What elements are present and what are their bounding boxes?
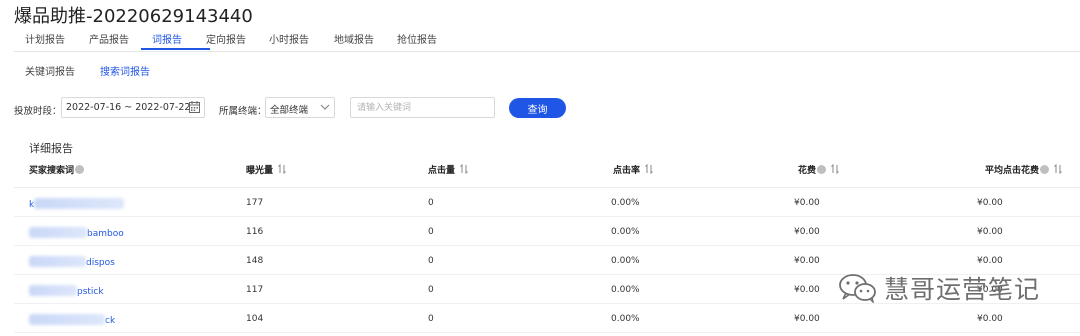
query-button[interactable]: 查询 [509, 98, 566, 118]
column-header-impressions[interactable]: 曝光量 [246, 163, 286, 177]
cost-cell: ¥0.00 [794, 314, 820, 324]
date-range-picker[interactable]: 2022-07-16 ~ 2022-07-22 [61, 97, 205, 118]
info-icon[interactable] [1040, 165, 1050, 174]
date-range-value: 2022-07-16 ~ 2022-07-22 [66, 102, 191, 113]
info-icon[interactable] [75, 165, 85, 174]
search-term-text: dispos [86, 258, 115, 268]
avg-cpc-cell: ¥0.00 [977, 227, 1003, 237]
column-header-ctr[interactable]: 点击率 [613, 163, 653, 177]
table-row: ck 104 0 0.00% ¥0.00 ¥0.00 [14, 304, 1080, 333]
sort-icon[interactable] [645, 164, 653, 174]
column-header-cost[interactable]: 花费 [798, 163, 839, 177]
cost-cell: ¥0.00 [794, 227, 820, 237]
column-header-label: 买家搜索词 [29, 166, 75, 176]
search-term-link[interactable]: bamboo [29, 227, 124, 239]
keyword-search-input[interactable] [350, 97, 495, 118]
chevron-down-icon [320, 104, 330, 110]
search-term-link[interactable]: dispos [29, 256, 115, 268]
tab-position-report[interactable]: 抢位报告 [397, 31, 437, 46]
ctr-cell: 0.00% [611, 227, 640, 237]
search-term-text: bamboo [87, 229, 124, 239]
column-header-label: 平均点击花费 [985, 166, 1040, 176]
impressions-cell: 177 [246, 198, 264, 208]
active-tab-indicator [141, 48, 210, 50]
cost-cell: ¥0.00 [794, 285, 820, 295]
clicks-cell: 0 [428, 227, 434, 237]
clicks-cell: 0 [428, 198, 434, 208]
avg-cpc-cell: ¥0.00 [977, 314, 1003, 324]
redacted-mask [29, 256, 86, 267]
date-range-label: 投放时段： [14, 106, 62, 117]
column-header-label: 点击量 [428, 166, 456, 176]
search-term-link[interactable]: pstick [29, 285, 104, 297]
search-term-text: ck [105, 316, 116, 326]
cost-cell: ¥0.00 [794, 198, 820, 208]
report-tabs: 计划报告 产品报告 词报告 定向报告 小时报告 地域报告 抢位报告 [14, 28, 1080, 52]
impressions-cell: 116 [246, 227, 264, 237]
section-title: 详细报告 [29, 142, 73, 155]
redacted-mask [29, 314, 105, 325]
impressions-cell: 117 [246, 285, 264, 295]
ctr-cell: 0.00% [611, 256, 640, 266]
column-header-search-term: 买家搜索词 [29, 163, 85, 177]
tab-product-report[interactable]: 产品报告 [89, 31, 129, 46]
subtab-keyword-report[interactable]: 关键词报告 [25, 63, 75, 78]
terminal-label: 所属终端： [219, 106, 267, 117]
impressions-cell: 148 [246, 256, 264, 266]
terminal-select-value: 全部终端 [270, 105, 309, 116]
subtab-search-term-report[interactable]: 搜索词报告 [100, 63, 150, 78]
impressions-cell: 104 [246, 314, 264, 324]
clicks-cell: 0 [428, 256, 434, 266]
avg-cpc-cell: ¥0.00 [977, 198, 1003, 208]
ctr-cell: 0.00% [611, 198, 640, 208]
sort-icon[interactable] [278, 164, 286, 174]
column-header-avg-cpc[interactable]: 平均点击花费 [985, 163, 1062, 177]
info-icon[interactable] [817, 165, 827, 174]
column-header-clicks[interactable]: 点击量 [428, 163, 468, 177]
sort-icon[interactable] [1054, 164, 1062, 174]
column-header-label: 点击率 [613, 166, 641, 176]
ctr-cell: 0.00% [611, 314, 640, 324]
clicks-cell: 0 [428, 285, 434, 295]
terminal-select[interactable]: 全部终端 [265, 97, 335, 118]
wechat-icon [839, 274, 876, 303]
column-header-label: 曝光量 [246, 166, 274, 176]
watermark-text: 慧哥运营笔记 [884, 275, 1041, 304]
search-term-link[interactable]: k [29, 198, 125, 210]
search-term-link[interactable]: ck [29, 314, 115, 326]
avg-cpc-cell: ¥0.00 [977, 256, 1003, 266]
table-row: bamboo 116 0 0.00% ¥0.00 ¥0.00 [14, 217, 1080, 246]
cost-cell: ¥0.00 [794, 256, 820, 266]
redacted-mask [29, 285, 77, 296]
redacted-mask [29, 227, 87, 238]
sort-icon[interactable] [831, 164, 839, 174]
column-header-label: 花费 [798, 166, 817, 176]
clicks-cell: 0 [428, 314, 434, 324]
tab-targeting-report[interactable]: 定向报告 [206, 31, 246, 46]
tab-region-report[interactable]: 地域报告 [334, 31, 374, 46]
search-term-text: pstick [77, 287, 104, 297]
ctr-cell: 0.00% [611, 285, 640, 295]
tab-plan-report[interactable]: 计划报告 [25, 31, 65, 46]
table-row: k 177 0 0.00% ¥0.00 ¥0.00 [14, 188, 1080, 217]
tab-keyword-report[interactable]: 词报告 [152, 31, 182, 46]
sort-icon[interactable] [460, 164, 468, 174]
calendar-icon [189, 101, 200, 113]
redacted-mask [34, 198, 125, 209]
page-title: 爆品助推-20220629143440 [14, 6, 253, 27]
tab-hourly-report[interactable]: 小时报告 [269, 31, 309, 46]
